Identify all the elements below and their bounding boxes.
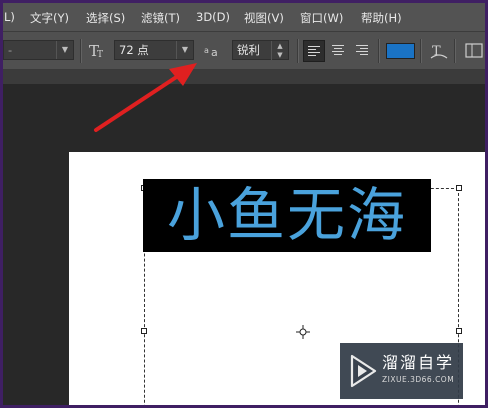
photoshop-window: L) 文字(Y) 选择(S) 滤镜(T) 3D(D) 视图(V) 窗口(W) 帮… [3,3,485,405]
annotation-arrow-icon [94,63,197,132]
